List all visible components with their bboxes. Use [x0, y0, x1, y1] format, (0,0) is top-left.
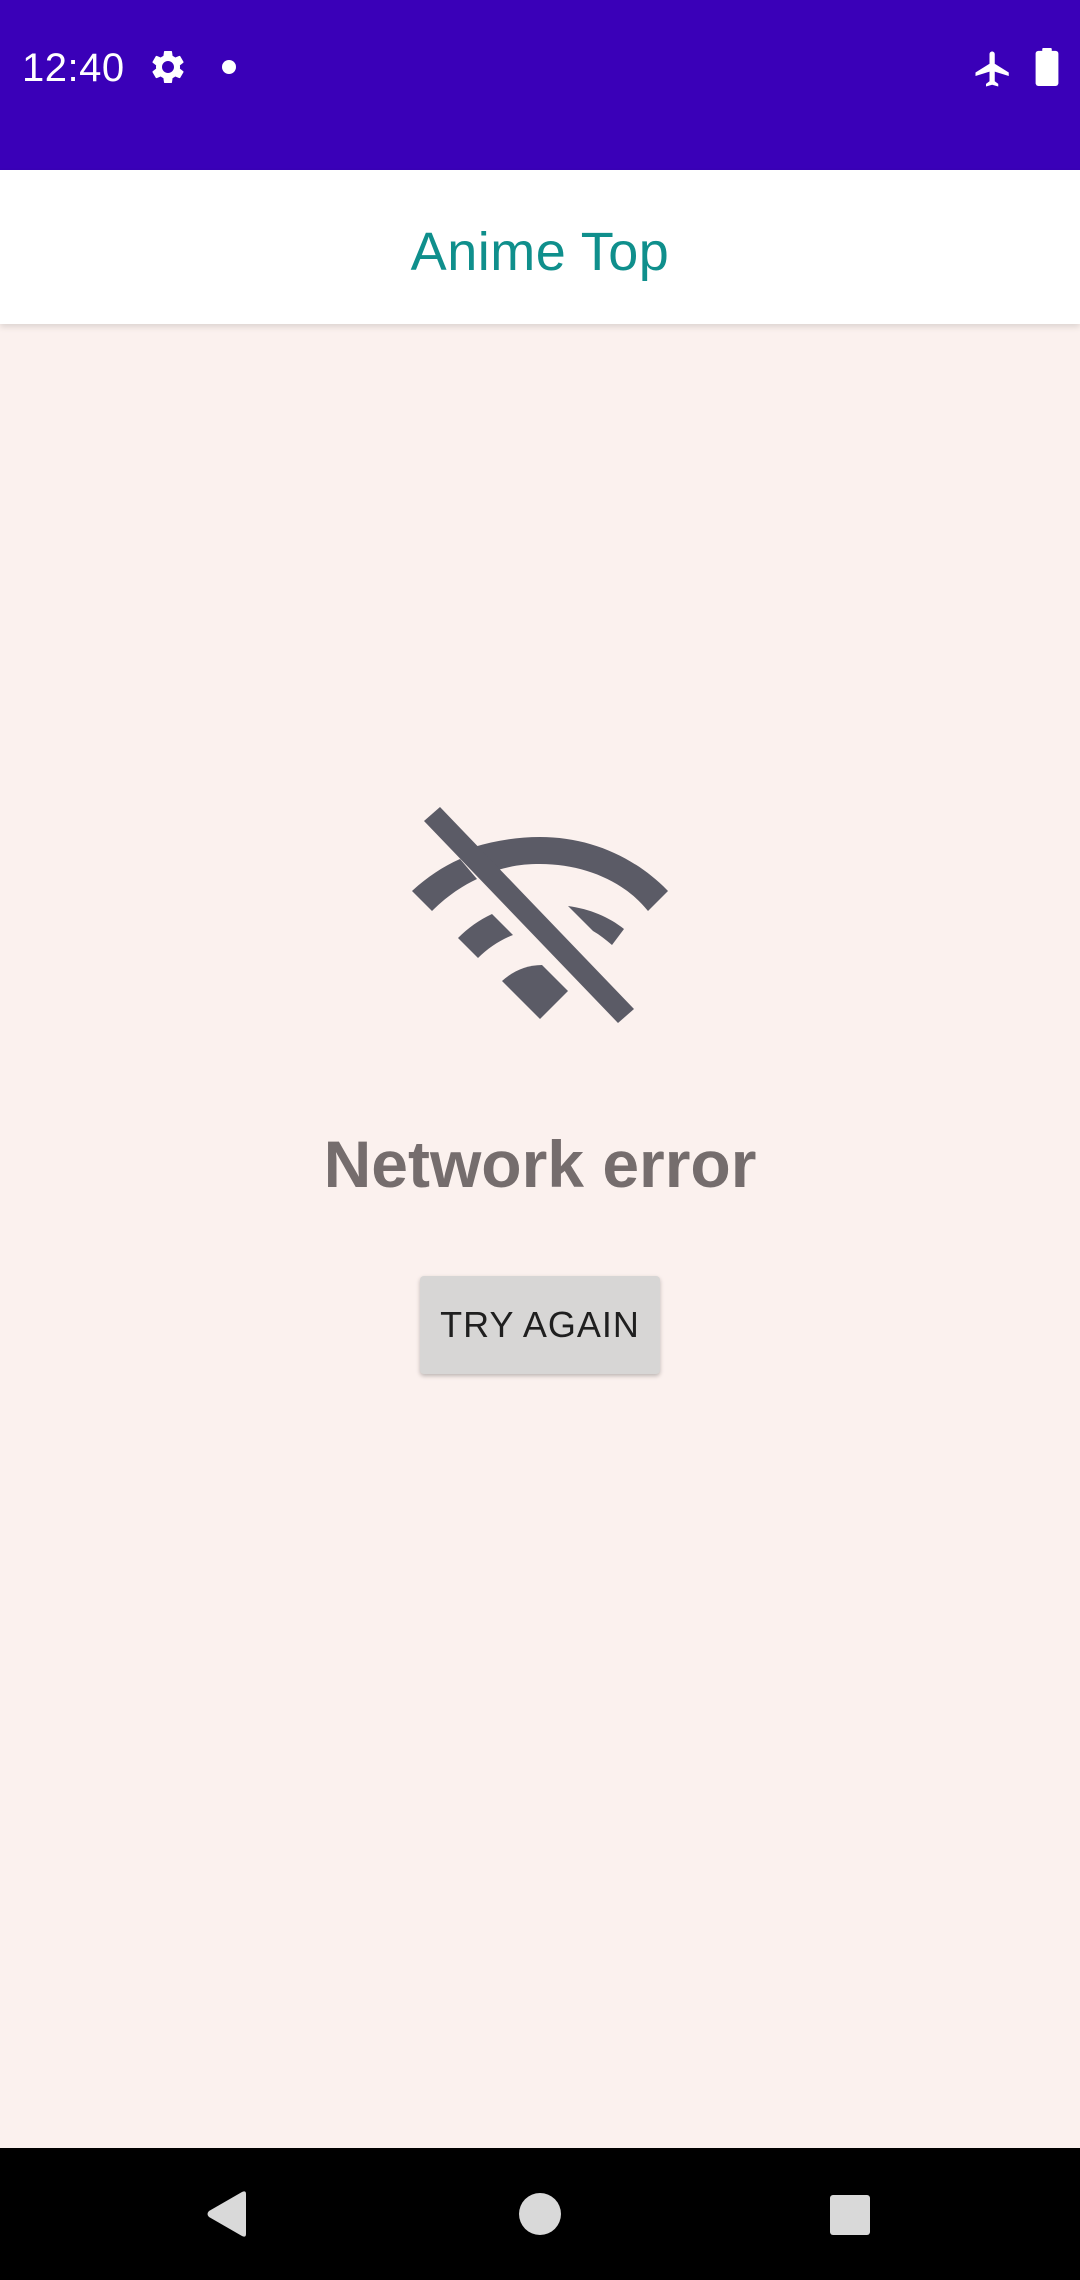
error-content: Network error TRY AGAIN [0, 324, 1080, 2148]
battery-icon [1035, 48, 1059, 86]
error-message: Network error [323, 1127, 757, 1201]
try-again-button[interactable]: TRY AGAIN [420, 1276, 660, 1374]
app-bar: Anime Top [0, 170, 1080, 324]
gear-icon [152, 50, 184, 83]
notification-dot-icon [222, 60, 236, 74]
wifi-off-icon [412, 807, 668, 1023]
back-icon[interactable] [204, 2190, 250, 2238]
app-title: Anime Top [410, 222, 670, 282]
navigation-bar [0, 2148, 1080, 2280]
status-bar: 12:40 [0, 0, 1080, 170]
status-time: 12:40 [22, 46, 125, 90]
airplane-mode-icon [975, 51, 1009, 87]
home-icon[interactable] [519, 2193, 561, 2235]
recents-icon[interactable] [830, 2195, 870, 2235]
